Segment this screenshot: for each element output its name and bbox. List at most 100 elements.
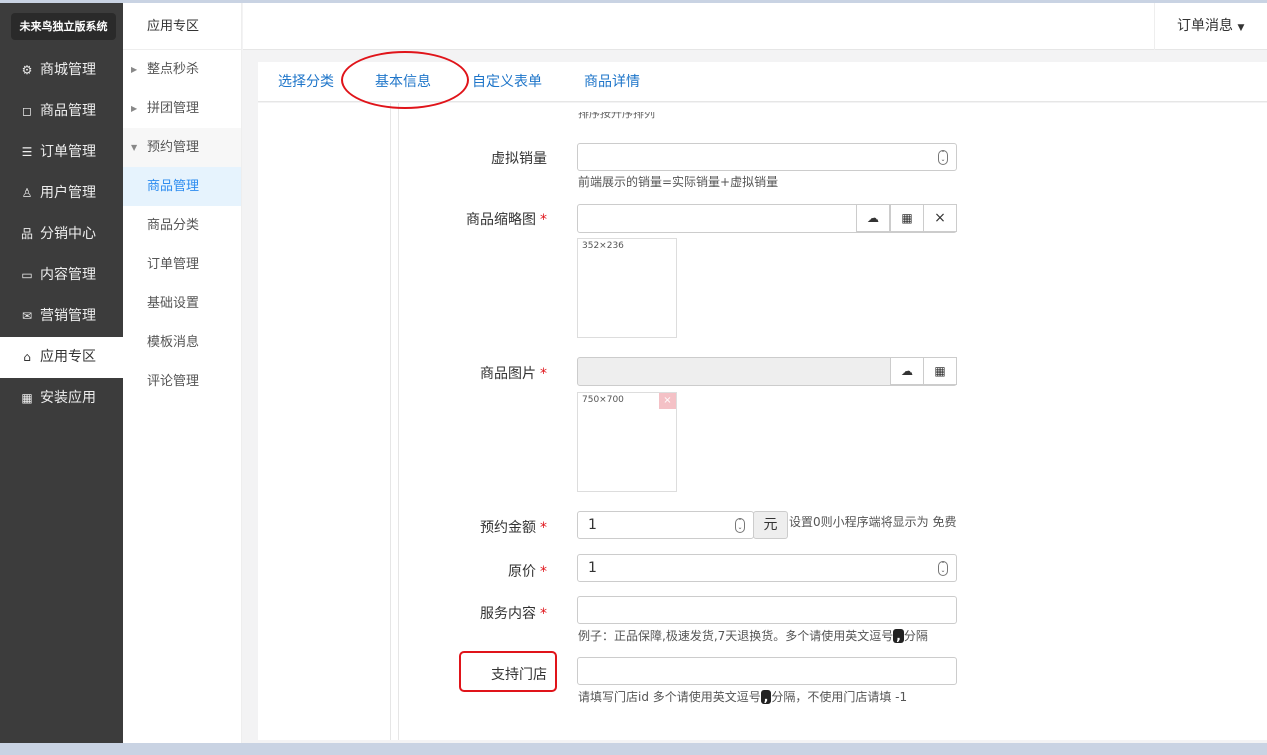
bag-icon: ◻ <box>22 104 32 118</box>
value: 1 <box>588 517 597 533</box>
orig-price-label: 原价 * <box>387 561 547 581</box>
sort-help: 排序按升序排列 <box>578 112 655 120</box>
order-messages-dropdown[interactable]: 订单消息 ▼ <box>1154 3 1267 50</box>
price-input[interactable]: 1 ⌃ ⌄ <box>577 511 754 539</box>
required-mark: * <box>540 520 547 536</box>
sub-item-goods[interactable]: 商品管理 <box>123 167 241 206</box>
price-label: 预约金额 * <box>387 517 547 537</box>
upload-icon[interactable]: ☁ <box>856 204 890 232</box>
text: 原价 <box>508 564 536 580</box>
sub-item-category[interactable]: 商品分类 <box>123 206 241 245</box>
caret-right-icon: ▶ <box>131 104 138 113</box>
label: 拼团管理 <box>147 101 200 116</box>
caret-right-icon: ▶ <box>131 65 138 74</box>
form-column <box>398 103 1267 740</box>
stores-help: 请填写门店id 多个请使用英文逗号, 分隔，不使用门店请填 -1 <box>578 688 907 705</box>
value: 1 <box>588 560 597 576</box>
comma: , <box>760 690 772 704</box>
nav-item-0[interactable]: ⚙ 商城管理 <box>0 50 123 91</box>
nav-label: 商品管理 <box>40 103 96 119</box>
text: 商品缩略图 <box>466 212 536 228</box>
virtual-sales-input[interactable]: ⌃ ⌄ <box>577 143 957 171</box>
nav-label: 安装应用 <box>40 390 96 406</box>
t: 分隔，不使用门店请填 -1 <box>771 690 908 704</box>
virtual-sales-help: 前端展示的销量=实际销量+虚拟销量 <box>578 175 779 189</box>
spinner-icon[interactable]: ⌃ ⌄ <box>938 561 948 576</box>
nav-item-6[interactable]: ✉ 营销管理 <box>0 296 123 337</box>
unit-addon: 元 <box>753 511 788 539</box>
service-label: 服务内容 * <box>387 603 547 623</box>
annotation-box <box>459 651 557 692</box>
required-mark: * <box>540 212 547 228</box>
user-icon: ♙ <box>21 186 33 200</box>
nav-label: 用户管理 <box>40 185 96 201</box>
thumb-input[interactable]: ☁ ▦ × <box>577 204 957 233</box>
gear-icon: ⚙ <box>21 63 33 77</box>
required-mark: * <box>540 564 547 580</box>
left-column <box>271 103 391 740</box>
sub-sidebar-title: 应用专区 <box>123 3 241 50</box>
sub-item-booking[interactable]: ▼ 预约管理 <box>123 128 241 167</box>
sub-item-group-buy[interactable]: ▶ 拼团管理 <box>123 89 241 128</box>
sub-item-orders[interactable]: 订单管理 <box>123 245 241 284</box>
form-card <box>258 103 1267 740</box>
nav-label: 应用专区 <box>40 349 96 365</box>
t: 请填写门店id 多个请使用英文逗号 <box>578 690 761 704</box>
text: 预约金额 <box>480 520 536 536</box>
thumb-label: 商品缩略图 * <box>387 209 547 229</box>
sitemap-icon: 品 <box>20 227 33 241</box>
images-label: 商品图片 * <box>387 363 547 383</box>
nav-label: 商城管理 <box>40 62 96 78</box>
nav-item-8[interactable]: ▦ 安装应用 <box>0 378 123 419</box>
thumb-preview: 352×236 <box>577 238 677 338</box>
list-icon: ☰ <box>21 145 33 159</box>
nav-label: 营销管理 <box>40 308 96 324</box>
spinner-icon[interactable]: ⌃ ⌄ <box>735 518 745 533</box>
sub-item-comments[interactable]: 评论管理 <box>123 362 241 401</box>
header: 订单消息 ▼ <box>243 3 1267 50</box>
nav-item-4[interactable]: 品分销中心 <box>0 214 123 255</box>
tab-goods-detail[interactable]: 商品详情 <box>584 62 640 102</box>
nav-item-5[interactable]: ▭ 内容管理 <box>0 255 123 296</box>
nav-item-7[interactable]: ⌂ 应用专区 <box>0 337 123 378</box>
text: 服务内容 <box>480 606 536 622</box>
stores-input[interactable] <box>577 657 957 685</box>
nav-item-1[interactable]: ◻ 商品管理 <box>0 91 123 132</box>
delete-image-button[interactable]: × <box>659 393 676 409</box>
label: 整点秒杀 <box>147 62 200 77</box>
label: 预约管理 <box>147 140 200 155</box>
orig-price-input[interactable]: 1 ⌃ ⌄ <box>577 554 957 582</box>
puzzle-icon: ⌂ <box>23 350 31 364</box>
text: 商品图片 <box>480 366 536 382</box>
nav-item-2[interactable]: ☰ 订单管理 <box>0 132 123 173</box>
gallery-icon[interactable]: ▦ <box>923 357 957 385</box>
gallery-icon[interactable]: ▦ <box>890 204 924 232</box>
sub-item-template[interactable]: 模板消息 <box>123 323 241 362</box>
upload-icon[interactable]: ☁ <box>890 357 924 385</box>
clear-button[interactable]: × <box>923 204 957 232</box>
main-sidebar: 未来鸟独立版系统 ⚙ 商城管理 ◻ 商品管理 ☰ 订单管理 ♙ 用户管理品分销中心 ▭ 内容管理 ✉… <box>0 3 123 743</box>
tab-select-category[interactable]: 选择分类 <box>278 62 334 102</box>
logo: 未来鸟独立版系统 <box>11 13 116 40</box>
tab-custom-form[interactable]: 自定义表单 <box>472 62 542 102</box>
caret-down-icon: ▼ <box>1237 23 1245 33</box>
service-help: 例子：正品保障,极速发货,7天退换货。多个请使用英文逗号, 分隔 <box>578 627 928 644</box>
sub-item-settings[interactable]: 基础设置 <box>123 284 241 323</box>
caret-down-icon: ▼ <box>131 143 138 152</box>
required-mark: * <box>540 606 547 622</box>
images-input[interactable]: ☁ ▦ <box>577 357 957 386</box>
t: 例子：正品保障,极速发货,7天退换货。多个请使用英文逗号 <box>578 629 894 643</box>
content-icon: ▭ <box>21 268 33 282</box>
label: 订单消息 <box>1177 18 1233 34</box>
comma: , <box>893 629 904 643</box>
nav-label: 订单管理 <box>40 144 96 160</box>
virtual-sales-label: 虚拟销量 <box>491 151 547 167</box>
required-mark: * <box>540 366 547 382</box>
ticket-icon: ✉ <box>21 309 33 323</box>
service-input[interactable] <box>577 596 957 624</box>
annotation-circle <box>341 51 469 109</box>
spinner-icon[interactable]: ⌃ ⌄ <box>938 150 948 165</box>
nav-item-3[interactable]: ♙ 用户管理 <box>0 173 123 214</box>
sub-sidebar: 应用专区 ▶ 整点秒杀 ▶ 拼团管理 ▼ 预约管理 商品管理 商品分类 订单管理 基础… <box>123 3 242 743</box>
sub-item-seckill[interactable]: ▶ 整点秒杀 <box>123 50 241 89</box>
